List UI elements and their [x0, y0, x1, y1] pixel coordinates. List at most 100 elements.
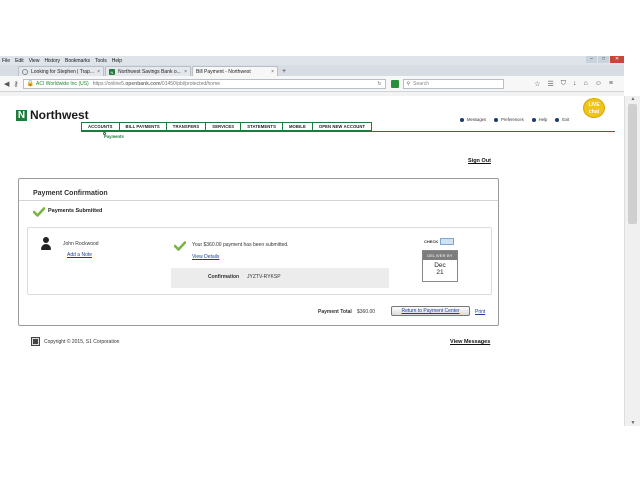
scroll-up-icon[interactable]: ▲: [625, 96, 640, 102]
nav-divider: [81, 131, 615, 132]
main-nav: ACCOUNTS BILL PAYMENTS TRANSFERS SERVICE…: [81, 122, 373, 131]
scroll-down-icon[interactable]: ▼: [625, 420, 640, 426]
window-controls: – □ ✕: [585, 56, 624, 65]
deliver-by-label: DELIVER BY: [423, 251, 457, 260]
view-details-link[interactable]: View Details: [192, 254, 219, 260]
nav-accounts[interactable]: ACCOUNTS: [82, 123, 120, 130]
tab-bar: Looking for Stephen | Trap... × N Northw…: [0, 65, 624, 76]
menu-view[interactable]: View: [29, 58, 40, 64]
search-box[interactable]: ⚲ Search: [402, 78, 505, 89]
back-icon[interactable]: ◀: [4, 80, 9, 88]
vertical-scrollbar[interactable]: ▲ ▼: [624, 96, 640, 426]
close-window-icon[interactable]: ✕: [610, 56, 624, 63]
toolbar-icons: ☆ ☰ ⛉ ↓ ⌂ ☺ ≡: [534, 80, 620, 88]
search-placeholder: Search: [413, 80, 430, 87]
check-image-icon: [440, 238, 455, 245]
tab-close-icon[interactable]: ×: [184, 69, 187, 75]
menu-bookmarks[interactable]: Bookmarks: [65, 58, 90, 64]
utility-links: Messages Preferences Help Exit: [460, 117, 577, 122]
panel-divider: [19, 200, 498, 201]
preferences-link[interactable]: Preferences: [494, 117, 524, 122]
nav-open-new-account[interactable]: OPEN NEW ACCOUNT: [312, 123, 372, 130]
url-host: openbank.com: [125, 80, 161, 87]
payment-total-value: $360.00: [357, 309, 376, 315]
key-icon[interactable]: ⚷: [13, 80, 18, 88]
tab-label: Looking for Stephen | Trap...: [31, 68, 95, 75]
nav-services[interactable]: SERVICES: [206, 123, 242, 130]
menu-help[interactable]: Help: [112, 58, 122, 64]
extension-icon[interactable]: [390, 79, 399, 88]
new-tab-button[interactable]: +: [279, 67, 289, 76]
nav-mobile[interactable]: MOBILE: [282, 123, 313, 130]
messages-icon: [460, 117, 464, 122]
deliver-by-calendar: DELIVER BY Dec 21: [422, 250, 458, 282]
panel-title: Payment Confirmation: [33, 190, 108, 197]
menu-edit[interactable]: Edit: [15, 58, 24, 64]
subnav-payments[interactable]: Payments: [104, 134, 124, 139]
payments-submitted-heading: Payments Submitted: [48, 208, 103, 214]
tab-looking-for-stephen[interactable]: Looking for Stephen | Trap... ×: [18, 66, 104, 76]
live-chat-line2: chat: [588, 109, 600, 115]
live-chat-line1: LIVE: [588, 102, 600, 108]
check-label: CHECK: [424, 239, 439, 244]
nav-transfers[interactable]: TRANSFERS: [166, 123, 207, 130]
url-bar[interactable]: 🔒 ACI Worldwide Inc (US) https://online5…: [22, 78, 386, 89]
tab-label: Bill Payment - Northwest: [196, 68, 251, 75]
browser-chrome: File Edit View History Bookmarks Tools H…: [0, 56, 624, 96]
confirmation-number: JYZTV-RYKSP: [247, 274, 281, 280]
exit-icon: [555, 117, 560, 122]
help-icon: [531, 117, 536, 122]
home-icon[interactable]: ⌂: [584, 80, 588, 88]
messages-link[interactable]: Messages: [460, 117, 486, 122]
tab-bill-payment[interactable]: Bill Payment - Northwest ×: [192, 66, 278, 76]
sign-out-link[interactable]: Sign Out: [468, 158, 491, 164]
menu-file[interactable]: File: [2, 58, 10, 64]
payment-check-icon: [174, 241, 186, 251]
preferences-icon: [494, 117, 499, 122]
minimize-icon[interactable]: –: [586, 56, 597, 63]
return-to-payment-center-button[interactable]: Return to Payment Center: [391, 306, 470, 316]
pocket-icon[interactable]: ⛉: [561, 80, 566, 88]
menu-tools[interactable]: Tools: [95, 58, 107, 64]
tab-favicon-icon: [22, 68, 28, 75]
check-badge: CHECK: [424, 238, 455, 245]
reload-icon[interactable]: ↻: [377, 81, 381, 87]
lock-icon: 🔒: [26, 81, 35, 87]
tab-northwest-savings[interactable]: N Northwest Savings Bank o... ×: [105, 66, 191, 76]
menu-bar: File Edit View History Bookmarks Tools H…: [0, 56, 624, 65]
maximize-icon[interactable]: □: [598, 56, 609, 63]
nav-bill-payments[interactable]: BILL PAYMENTS: [119, 123, 167, 130]
s1-logo-icon: [31, 337, 40, 346]
add-note-link[interactable]: Add a Note: [67, 252, 92, 258]
payee-name: John Rockwood: [63, 241, 99, 247]
chat-icon[interactable]: ☺: [595, 80, 602, 88]
search-icon: ⚲: [406, 80, 411, 87]
logo-mark: N: [16, 109, 27, 121]
confirmation-label: Confirmation: [208, 274, 240, 280]
live-chat-button[interactable]: LIVE chat: [583, 98, 605, 118]
payment-submitted-message: Your $360.00 payment has been submitted.: [192, 242, 289, 248]
print-link[interactable]: Print: [475, 309, 485, 315]
scroll-thumb[interactable]: [628, 104, 637, 224]
deliver-month: Dec: [434, 262, 446, 269]
hamburger-menu-icon[interactable]: ≡: [609, 80, 613, 88]
download-icon[interactable]: ↓: [573, 80, 577, 88]
navigation-bar: ◀ ⚷ 🔒 ACI Worldwide Inc (US) https://onl…: [0, 76, 624, 92]
menu-history[interactable]: History: [44, 58, 60, 64]
northwest-logo[interactable]: N Northwest: [16, 108, 89, 122]
payment-total-label: Payment Total: [318, 309, 352, 315]
tab-close-icon[interactable]: ×: [97, 69, 100, 75]
bookmark-star-icon[interactable]: ☆: [534, 80, 540, 88]
tab-close-icon[interactable]: ×: [271, 69, 274, 75]
view-messages-link[interactable]: View Messages: [450, 339, 490, 345]
northwest-favicon-icon: N: [109, 68, 115, 75]
logo-name: Northwest: [30, 108, 89, 122]
url-text: https://online5.openbank.com/01450/pbi/p…: [92, 80, 221, 87]
exit-link[interactable]: Exit: [555, 117, 569, 122]
tab-label: Northwest Savings Bank o...: [118, 68, 181, 75]
nav-statements[interactable]: STATEMENTS: [241, 123, 283, 130]
deliver-day: 21: [436, 269, 444, 276]
reader-list-icon[interactable]: ☰: [547, 80, 553, 88]
help-link[interactable]: Help: [531, 117, 547, 122]
checkmark-icon: [33, 207, 45, 217]
